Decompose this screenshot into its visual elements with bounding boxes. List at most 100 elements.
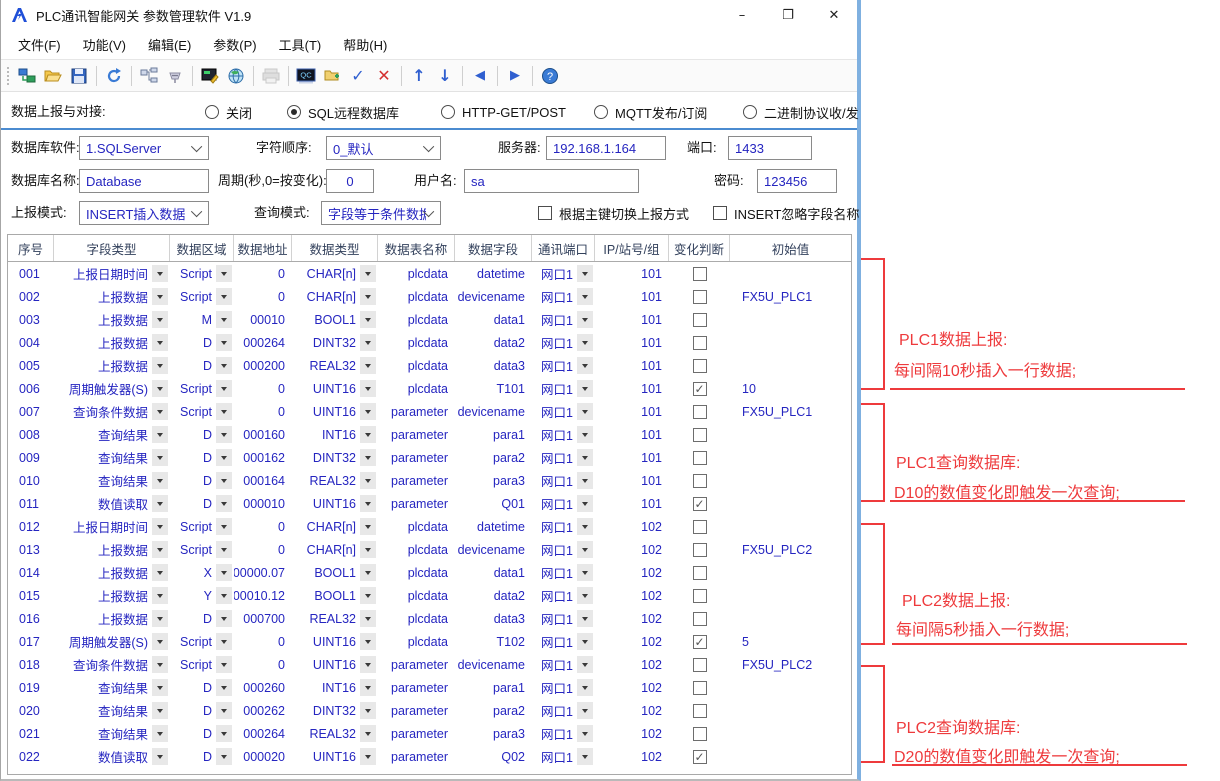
table-row[interactable]: 016上报数据D000700REAL32plcdatadata3网口1102: [8, 607, 851, 630]
dropdown-button[interactable]: [152, 587, 168, 604]
next-page-icon[interactable]: ▶: [503, 64, 527, 88]
apply-check-icon[interactable]: ✓: [346, 64, 370, 88]
change-detect-checkbox[interactable]: ✓: [693, 635, 707, 649]
table-row[interactable]: 019查询结果D000260INT16parameterpara1网口1102: [8, 676, 851, 699]
table-row[interactable]: 006周期触发器(S)Script0UINT16plcdataT101网口110…: [8, 377, 851, 400]
change-detect-checkbox[interactable]: ✓: [693, 750, 707, 764]
dropdown-button[interactable]: [577, 587, 593, 604]
dropdown-button[interactable]: [360, 265, 376, 282]
dropdown-button[interactable]: [577, 564, 593, 581]
dropdown-button[interactable]: [360, 518, 376, 535]
dropdown-button[interactable]: [152, 633, 168, 650]
change-detect-checkbox[interactable]: [693, 451, 707, 465]
dropdown-button[interactable]: [152, 426, 168, 443]
dropdown-button[interactable]: [216, 679, 232, 696]
qc-display-icon[interactable]: QC: [294, 64, 318, 88]
change-detect-checkbox[interactable]: [693, 589, 707, 603]
minimize-button[interactable]: –: [719, 0, 765, 30]
dropdown-button[interactable]: [216, 265, 232, 282]
dropdown-button[interactable]: [360, 656, 376, 673]
dropdown-button[interactable]: [360, 564, 376, 581]
dropdown-button[interactable]: [216, 403, 232, 420]
table-row[interactable]: 002上报数据Script0CHAR[n]plcdatadevicename网口…: [8, 285, 851, 308]
dropdown-button[interactable]: [216, 633, 232, 650]
query-mode-select[interactable]: 字段等于条件数据: [321, 201, 441, 225]
radio-close[interactable]: 关闭: [205, 100, 252, 124]
table-row[interactable]: 009查询结果D000162DINT32parameterpara2网口1101: [8, 446, 851, 469]
radio-mqtt[interactable]: MQTT发布/订阅: [594, 100, 707, 124]
change-detect-checkbox[interactable]: [693, 313, 707, 327]
network-upload-icon[interactable]: [15, 64, 39, 88]
dropdown-button[interactable]: [216, 426, 232, 443]
dropdown-button[interactable]: [360, 472, 376, 489]
dropdown-button[interactable]: [152, 357, 168, 374]
change-detect-checkbox[interactable]: [693, 405, 707, 419]
dropdown-button[interactable]: [577, 288, 593, 305]
dropdown-button[interactable]: [152, 656, 168, 673]
dropdown-button[interactable]: [152, 610, 168, 627]
dropdown-button[interactable]: [152, 449, 168, 466]
dropdown-button[interactable]: [360, 748, 376, 765]
move-up-icon[interactable]: ↑: [407, 64, 431, 88]
menu-edit[interactable]: 编辑(E): [137, 31, 202, 58]
table-row[interactable]: 005上报数据D000200REAL32plcdatadata3网口1101: [8, 354, 851, 377]
dropdown-button[interactable]: [152, 564, 168, 581]
open-file-icon[interactable]: [41, 64, 65, 88]
table-row[interactable]: 014上报数据X00000.07BOOL1plcdatadata1网口1102: [8, 561, 851, 584]
change-detect-checkbox[interactable]: [693, 727, 707, 741]
dropdown-button[interactable]: [577, 679, 593, 696]
dropdown-button[interactable]: [577, 748, 593, 765]
dropdown-button[interactable]: [216, 472, 232, 489]
dropdown-button[interactable]: [216, 334, 232, 351]
dropdown-button[interactable]: [577, 426, 593, 443]
dropdown-button[interactable]: [152, 288, 168, 305]
dropdown-button[interactable]: [360, 426, 376, 443]
table-row[interactable]: 012上报日期时间Script0CHAR[n]plcdatadatetime网口…: [8, 515, 851, 538]
dropdown-button[interactable]: [216, 564, 232, 581]
dropdown-button[interactable]: [152, 311, 168, 328]
help-icon[interactable]: ?: [538, 64, 562, 88]
table-row[interactable]: 003上报数据M00010BOOL1plcdatadata1网口1101: [8, 308, 851, 331]
topology-icon[interactable]: [137, 64, 161, 88]
dropdown-button[interactable]: [360, 288, 376, 305]
dropdown-button[interactable]: [152, 679, 168, 696]
change-detect-checkbox[interactable]: [693, 543, 707, 557]
table-row[interactable]: 001上报日期时间Script0CHAR[n]plcdatadatetime网口…: [8, 262, 851, 285]
radio-sql-remote-db[interactable]: SQL远程数据库: [287, 100, 399, 124]
port-input[interactable]: [728, 136, 812, 160]
dropdown-button[interactable]: [152, 725, 168, 742]
change-detect-checkbox[interactable]: [693, 681, 707, 695]
dropdown-button[interactable]: [360, 541, 376, 558]
dropdown-button[interactable]: [360, 587, 376, 604]
primary-key-switch-checkbox[interactable]: 根据主键切换上报方式: [538, 201, 689, 225]
maximize-button[interactable]: ❐: [765, 0, 811, 30]
save-file-icon[interactable]: [67, 64, 91, 88]
change-detect-checkbox[interactable]: [693, 520, 707, 534]
db-name-input[interactable]: [79, 169, 209, 193]
dropdown-button[interactable]: [216, 518, 232, 535]
change-detect-checkbox[interactable]: [693, 658, 707, 672]
radio-http[interactable]: HTTP-GET/POST: [441, 100, 566, 124]
table-row[interactable]: 013上报数据Script0CHAR[n]plcdatadevicename网口…: [8, 538, 851, 561]
table-row[interactable]: 018查询条件数据Script0UINT16parameterdevicenam…: [8, 653, 851, 676]
dropdown-button[interactable]: [216, 380, 232, 397]
dropdown-button[interactable]: [577, 495, 593, 512]
close-button[interactable]: ✕: [811, 0, 857, 30]
move-down-icon[interactable]: ↓: [433, 64, 457, 88]
table-row[interactable]: 017周期触发器(S)Script0UINT16plcdataT102网口110…: [8, 630, 851, 653]
dropdown-button[interactable]: [360, 403, 376, 420]
server-input[interactable]: [546, 136, 666, 160]
change-detect-checkbox[interactable]: [693, 612, 707, 626]
char-order-select[interactable]: 0_默认: [326, 136, 441, 160]
change-detect-checkbox[interactable]: [693, 290, 707, 304]
change-detect-checkbox[interactable]: [693, 428, 707, 442]
web-globe-icon[interactable]: [224, 64, 248, 88]
printer-icon[interactable]: [259, 64, 283, 88]
table-row[interactable]: 007查询条件数据Script0UINT16parameterdevicenam…: [8, 400, 851, 423]
dropdown-button[interactable]: [577, 334, 593, 351]
table-row[interactable]: 022数值读取D000020UINT16parameterQ02网口1102✓: [8, 745, 851, 768]
dropdown-button[interactable]: [152, 403, 168, 420]
dropdown-button[interactable]: [360, 449, 376, 466]
dropdown-button[interactable]: [360, 610, 376, 627]
dropdown-button[interactable]: [152, 472, 168, 489]
